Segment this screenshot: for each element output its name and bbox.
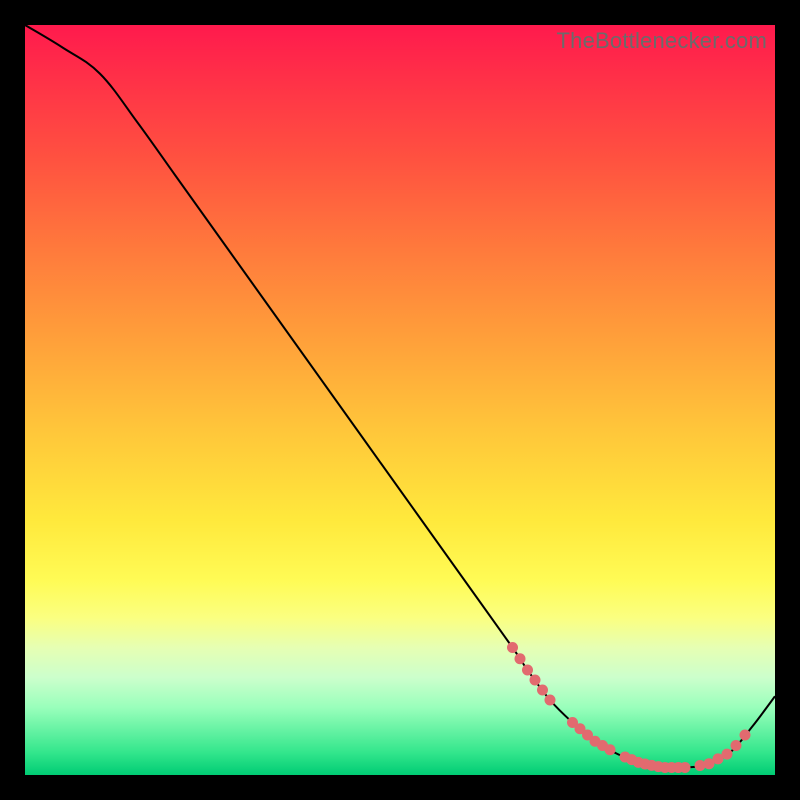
curve-marker bbox=[537, 685, 548, 696]
chart-area: TheBottlenecker.com bbox=[25, 25, 775, 775]
curve-marker bbox=[731, 740, 742, 751]
curve-marker bbox=[507, 642, 518, 653]
curve-marker bbox=[605, 744, 616, 755]
chart-svg bbox=[25, 25, 775, 775]
curve-marker bbox=[680, 762, 691, 773]
curve-marker bbox=[515, 653, 526, 664]
curve-marker bbox=[740, 730, 751, 741]
curve-marker bbox=[530, 675, 541, 686]
curve-marker bbox=[522, 665, 533, 676]
curve-marker bbox=[722, 749, 733, 760]
curve-markers bbox=[507, 642, 751, 773]
curve-marker bbox=[545, 695, 556, 706]
bottleneck-curve bbox=[25, 25, 775, 768]
